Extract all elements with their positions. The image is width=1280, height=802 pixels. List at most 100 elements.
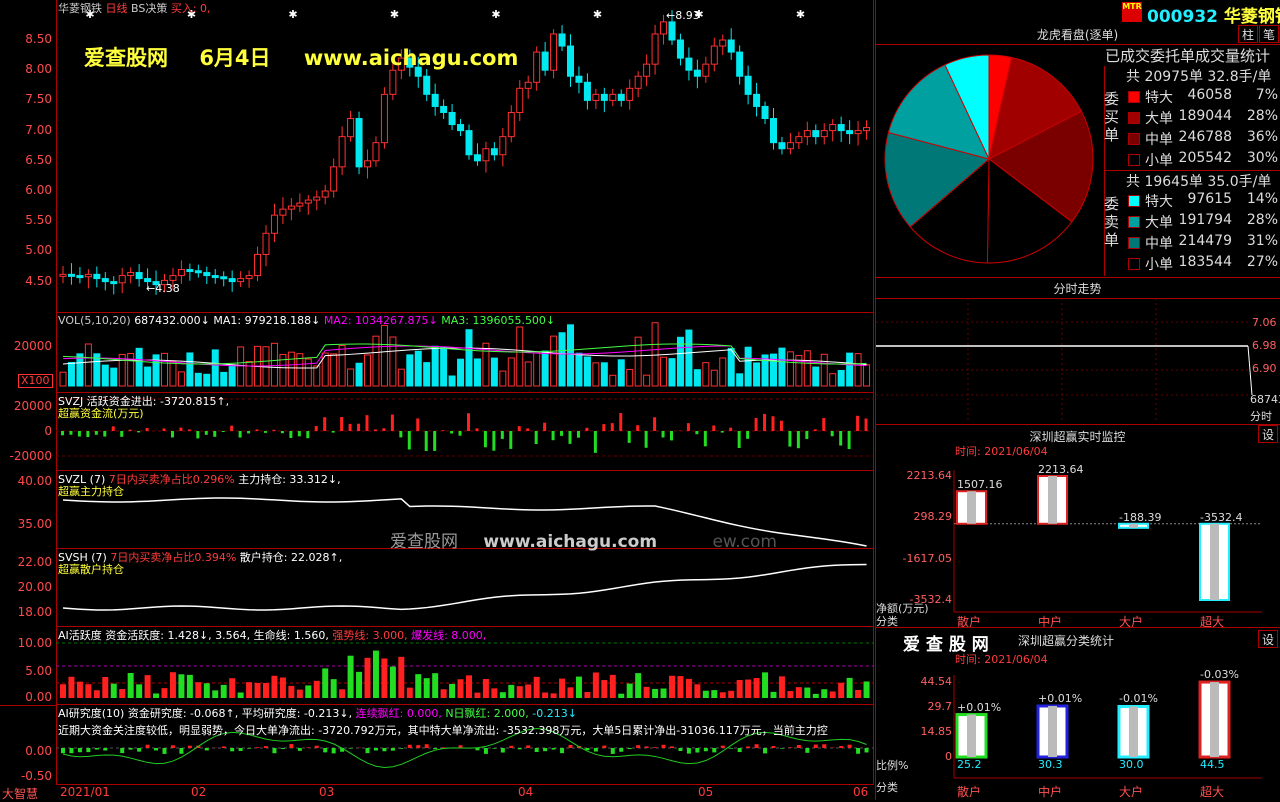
fund-flow-bar [712, 426, 715, 431]
price-tick: 7.50 [4, 92, 52, 106]
candle-body [373, 143, 379, 161]
activity-bar [288, 686, 294, 698]
volume-bar [821, 354, 827, 386]
volume-bar [246, 361, 252, 386]
fund-flow-bar [509, 431, 512, 449]
volume-bar [694, 370, 700, 386]
research-bar [289, 744, 293, 748]
volume-bar [813, 367, 819, 386]
fund-flow-bar [788, 431, 791, 447]
volume-bar [102, 365, 108, 386]
stroke-mode-tab[interactable]: 笔 [1259, 25, 1279, 43]
candle-body [661, 22, 667, 34]
activity-bar [441, 689, 447, 698]
legend-swatch [1128, 237, 1140, 249]
period-label[interactable]: 日线 [106, 2, 128, 15]
activity-bar [720, 692, 726, 698]
fund-flow-bar [653, 417, 656, 431]
signal-star: ✱ [390, 8, 399, 21]
research-bar [501, 748, 505, 753]
realtime-settings-button[interactable]: 设 [1258, 425, 1278, 443]
activity-bar [204, 683, 210, 698]
activity-bar [246, 682, 252, 698]
candle-body [762, 106, 768, 118]
fund-flow-bar [442, 430, 445, 431]
research-bar [865, 748, 869, 752]
mtr-badge: MTR [1122, 2, 1142, 22]
price-low-mark: ←4.38 [146, 282, 180, 295]
svsh-sub: 超赢散户持仓 [58, 561, 124, 577]
volume-bar [458, 359, 464, 386]
volume-bar [348, 369, 354, 386]
activity-bar [568, 687, 574, 698]
fund-flow-bar [865, 419, 868, 431]
activity-bar [771, 692, 777, 698]
fund-flow-bar [163, 428, 166, 431]
volume-bar [305, 359, 311, 386]
research-bar [374, 748, 378, 750]
activity-bar [677, 676, 683, 698]
svzj-axis-bottom: -20000 [4, 449, 52, 463]
fund-flow-bar [645, 431, 648, 448]
fund-flow-bar [281, 431, 284, 433]
bar-mode-tab[interactable]: 柱 [1238, 25, 1258, 43]
fund-flow-bar [306, 431, 309, 438]
fund-flow-bar [205, 431, 208, 435]
row-vol: 97615 [1172, 191, 1232, 207]
research-bar [712, 748, 716, 752]
volume-bar [263, 347, 269, 386]
fund-flow-bar [366, 415, 369, 431]
ai-research-axis-bottom: -0.50 [4, 769, 52, 783]
candle-body [703, 64, 709, 76]
activity-bar [500, 692, 506, 698]
svsh-axis-bottom: 18.00 [4, 605, 52, 619]
research-bar [222, 746, 226, 748]
candle-body [737, 52, 743, 76]
activity-bar [178, 674, 184, 698]
watermark-url: www.aichagu.com [304, 46, 519, 70]
fund-flow-bar [239, 431, 242, 438]
activity-bar [466, 675, 472, 698]
fund-flow-bar [188, 429, 191, 431]
candle-body [229, 279, 235, 282]
research-bar [788, 747, 792, 748]
candle-body [652, 34, 658, 64]
volume-bar [568, 325, 574, 386]
classify-tick: 29.7 [900, 700, 952, 713]
candle-body [694, 70, 700, 76]
research-bar [755, 744, 759, 748]
fund-flow-bar [772, 416, 775, 431]
candle-body [94, 274, 100, 278]
activity-bar [474, 693, 480, 698]
fund-flow-bar [535, 431, 538, 444]
classify-value: 30.3 [1038, 758, 1063, 771]
candle-body [314, 197, 320, 200]
candle-body [644, 64, 650, 76]
research-bar [856, 748, 860, 754]
research-bar [86, 748, 90, 752]
fund-flow-bar [822, 418, 825, 431]
volume-bar [728, 348, 734, 386]
fund-flow-bar [196, 431, 199, 438]
ai-active-axis-bottom: 0.00 [4, 690, 52, 704]
volume-bar [754, 363, 760, 386]
activity-bar [737, 680, 743, 698]
candle-body [593, 94, 599, 100]
volume-bar [314, 366, 320, 386]
candle-body [178, 270, 184, 276]
volume-row: 小单 205542 30% [1128, 150, 1278, 171]
candle-body [796, 137, 802, 143]
candle-body [711, 46, 717, 64]
research-bar [306, 747, 310, 748]
fund-flow-bar [425, 431, 428, 451]
volume-bar [593, 363, 599, 386]
research-bar [695, 748, 699, 753]
research-bar [535, 748, 539, 752]
classify-settings-button[interactable]: 设 [1258, 630, 1278, 648]
activity-bar [348, 656, 354, 698]
activity-bar [280, 677, 286, 698]
realtime-time: 时间: 2021/06/04 [955, 443, 1048, 459]
activity-bar [373, 651, 379, 698]
activity-bar [195, 682, 201, 698]
research-bar [492, 748, 496, 749]
